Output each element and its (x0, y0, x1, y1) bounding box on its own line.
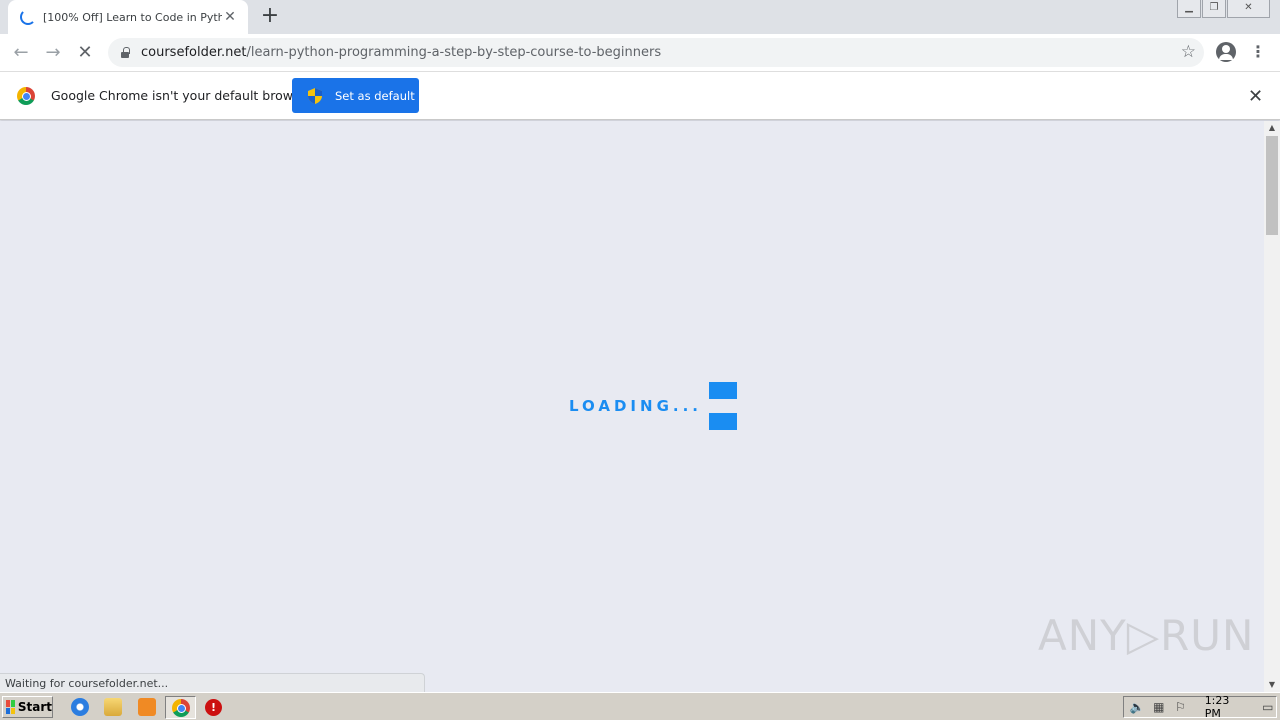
uac-shield-icon (308, 87, 322, 104)
url-host: coursefolder.net (141, 45, 247, 60)
window-close-button[interactable]: ✕ (1227, 0, 1270, 18)
anyrun-watermark: ANY▷RUN (1038, 611, 1255, 660)
infobar-message: Google Chrome isn't your default browser (51, 88, 313, 103)
url-path: /learn-python-programming-a-step-by-step… (246, 45, 662, 60)
infobar-close-icon[interactable]: ✕ (1248, 86, 1263, 107)
start-button[interactable]: Start (2, 696, 53, 718)
window-controls: ▁ ❐ ✕ (1176, 0, 1270, 18)
start-label: Start (17, 700, 52, 714)
tab-strip: [100% Off] Learn to Code in Python 3 ✕ +… (0, 0, 1280, 34)
tab-close-icon[interactable]: ✕ (222, 9, 238, 25)
file-explorer-icon[interactable] (104, 698, 122, 716)
scroll-up-arrow-icon[interactable]: ▲ (1264, 121, 1280, 135)
chrome-logo-icon (17, 87, 35, 105)
windows-logo-icon (6, 700, 15, 714)
internet-explorer-icon[interactable] (71, 698, 89, 716)
page-content: LOADING... ANY▷RUN Waiting for coursefol… (0, 121, 1264, 693)
minimize-button[interactable]: ▁ (1177, 0, 1201, 18)
lock-icon[interactable] (120, 46, 130, 58)
browser-tab[interactable]: [100% Off] Learn to Code in Python 3 ✕ (8, 0, 248, 34)
tab-title: [100% Off] Learn to Code in Python 3 (43, 10, 222, 24)
volume-icon[interactable]: 🔈 (1129, 699, 1146, 715)
set-as-default-button[interactable]: Set as default (292, 78, 419, 113)
loading-text: LOADING... (569, 397, 702, 415)
loading-spinner-icon (20, 9, 36, 25)
media-player-icon[interactable] (138, 698, 156, 716)
stop-loading-button[interactable]: ✕ (72, 40, 98, 66)
bookmark-star-icon[interactable]: ☆ (1181, 42, 1196, 62)
taskbar-clock[interactable]: 1:23 PM (1205, 694, 1246, 720)
restore-button[interactable]: ❐ (1202, 0, 1226, 18)
default-browser-infobar: Google Chrome isn't your default browser… (0, 72, 1280, 120)
set-as-default-label: Set as default (335, 88, 415, 103)
taskbar-chrome-icon (172, 699, 190, 717)
windows-taskbar: Start ! 🔈 ▦ ⚐ 1:23 PM ▭ (0, 692, 1280, 720)
network-icon[interactable]: ▦ (1151, 699, 1168, 715)
back-button[interactable]: ← (8, 40, 34, 66)
vertical-scrollbar[interactable]: ▲ ▼ (1264, 121, 1280, 692)
scrollbar-thumb[interactable] (1266, 136, 1278, 235)
address-bar[interactable]: coursefolder.net/learn-python-programmin… (108, 38, 1204, 67)
kebab-menu-icon[interactable]: ⋮ (1250, 41, 1266, 63)
loader-block-bottom (709, 413, 737, 430)
action-center-flag-icon[interactable]: ⚐ (1172, 699, 1189, 715)
show-desktop-icon[interactable]: ▭ (1259, 699, 1276, 715)
profile-avatar-icon[interactable] (1216, 42, 1236, 62)
status-text: Waiting for coursefolder.net... (5, 677, 169, 690)
loader-block-top (709, 382, 737, 399)
opera-icon[interactable]: ! (205, 699, 222, 716)
forward-button[interactable]: → (40, 40, 66, 66)
new-tab-button[interactable]: + (258, 5, 282, 29)
url-text[interactable]: coursefolder.net/learn-python-programmin… (141, 45, 661, 60)
status-bubble: Waiting for coursefolder.net... (0, 673, 425, 693)
scroll-down-arrow-icon[interactable]: ▼ (1264, 678, 1280, 692)
taskbar-chrome-button[interactable] (165, 696, 196, 719)
system-tray: 🔈 ▦ ⚐ 1:23 PM ▭ (1123, 694, 1277, 720)
browser-toolbar: ← → ✕ coursefolder.net/learn-python-prog… (0, 34, 1280, 72)
